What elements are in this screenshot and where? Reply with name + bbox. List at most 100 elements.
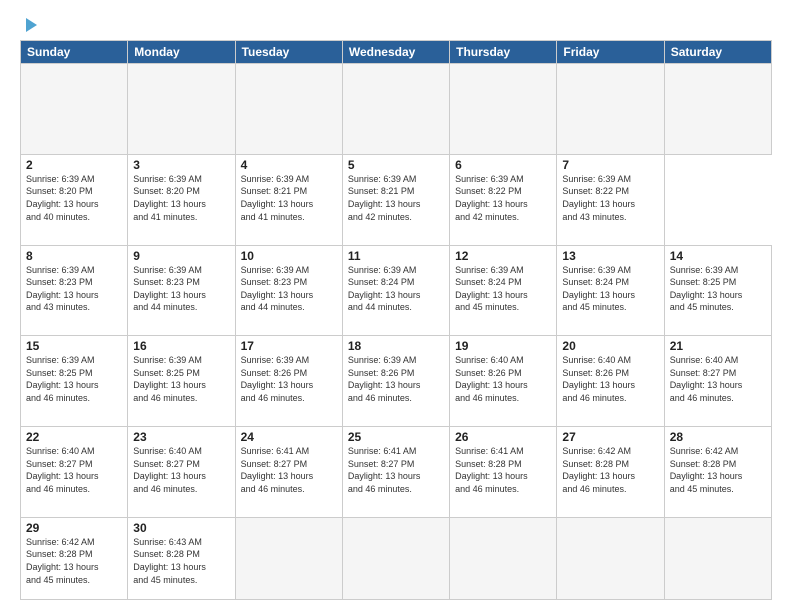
day-cell: 16Sunrise: 6:39 AM Sunset: 8:25 PM Dayli… bbox=[128, 336, 235, 427]
day-cell bbox=[342, 517, 449, 599]
day-number: 9 bbox=[133, 249, 229, 263]
day-info: Sunrise: 6:39 AM Sunset: 8:24 PM Dayligh… bbox=[455, 264, 551, 314]
day-number: 13 bbox=[562, 249, 658, 263]
day-number: 7 bbox=[562, 158, 658, 172]
day-cell bbox=[21, 64, 128, 155]
day-cell: 7Sunrise: 6:39 AM Sunset: 8:22 PM Daylig… bbox=[557, 154, 664, 245]
day-info: Sunrise: 6:39 AM Sunset: 8:20 PM Dayligh… bbox=[133, 173, 229, 223]
day-cell: 12Sunrise: 6:39 AM Sunset: 8:24 PM Dayli… bbox=[450, 245, 557, 336]
day-cell bbox=[235, 517, 342, 599]
day-cell: 26Sunrise: 6:41 AM Sunset: 8:28 PM Dayli… bbox=[450, 427, 557, 518]
day-cell: 21Sunrise: 6:40 AM Sunset: 8:27 PM Dayli… bbox=[664, 336, 771, 427]
day-info: Sunrise: 6:39 AM Sunset: 8:26 PM Dayligh… bbox=[348, 354, 444, 404]
day-cell: 20Sunrise: 6:40 AM Sunset: 8:26 PM Dayli… bbox=[557, 336, 664, 427]
day-info: Sunrise: 6:39 AM Sunset: 8:23 PM Dayligh… bbox=[26, 264, 122, 314]
day-cell bbox=[557, 517, 664, 599]
day-cell bbox=[450, 64, 557, 155]
day-info: Sunrise: 6:39 AM Sunset: 8:24 PM Dayligh… bbox=[348, 264, 444, 314]
day-cell: 14Sunrise: 6:39 AM Sunset: 8:25 PM Dayli… bbox=[664, 245, 771, 336]
header-day: Friday bbox=[557, 41, 664, 64]
week-row: 22Sunrise: 6:40 AM Sunset: 8:27 PM Dayli… bbox=[21, 427, 772, 518]
day-number: 2 bbox=[26, 158, 122, 172]
day-cell: 3Sunrise: 6:39 AM Sunset: 8:20 PM Daylig… bbox=[128, 154, 235, 245]
day-number: 20 bbox=[562, 339, 658, 353]
day-cell: 11Sunrise: 6:39 AM Sunset: 8:24 PM Dayli… bbox=[342, 245, 449, 336]
day-number: 30 bbox=[133, 521, 229, 535]
day-number: 23 bbox=[133, 430, 229, 444]
page: SundayMondayTuesdayWednesdayThursdayFrid… bbox=[0, 0, 792, 612]
day-info: Sunrise: 6:39 AM Sunset: 8:25 PM Dayligh… bbox=[133, 354, 229, 404]
day-number: 22 bbox=[26, 430, 122, 444]
day-number: 25 bbox=[348, 430, 444, 444]
header-day: Thursday bbox=[450, 41, 557, 64]
day-cell: 13Sunrise: 6:39 AM Sunset: 8:24 PM Dayli… bbox=[557, 245, 664, 336]
day-cell: 19Sunrise: 6:40 AM Sunset: 8:26 PM Dayli… bbox=[450, 336, 557, 427]
day-info: Sunrise: 6:39 AM Sunset: 8:23 PM Dayligh… bbox=[133, 264, 229, 314]
day-info: Sunrise: 6:42 AM Sunset: 8:28 PM Dayligh… bbox=[670, 445, 766, 495]
day-info: Sunrise: 6:41 AM Sunset: 8:28 PM Dayligh… bbox=[455, 445, 551, 495]
day-number: 6 bbox=[455, 158, 551, 172]
day-info: Sunrise: 6:39 AM Sunset: 8:24 PM Dayligh… bbox=[562, 264, 658, 314]
day-info: Sunrise: 6:40 AM Sunset: 8:26 PM Dayligh… bbox=[455, 354, 551, 404]
week-row: 29Sunrise: 6:42 AM Sunset: 8:28 PM Dayli… bbox=[21, 517, 772, 599]
day-cell: 25Sunrise: 6:41 AM Sunset: 8:27 PM Dayli… bbox=[342, 427, 449, 518]
day-info: Sunrise: 6:40 AM Sunset: 8:26 PM Dayligh… bbox=[562, 354, 658, 404]
day-cell: 30Sunrise: 6:43 AM Sunset: 8:28 PM Dayli… bbox=[128, 517, 235, 599]
calendar-body: 2Sunrise: 6:39 AM Sunset: 8:20 PM Daylig… bbox=[21, 64, 772, 600]
day-info: Sunrise: 6:40 AM Sunset: 8:27 PM Dayligh… bbox=[26, 445, 122, 495]
day-cell: 24Sunrise: 6:41 AM Sunset: 8:27 PM Dayli… bbox=[235, 427, 342, 518]
day-cell: 9Sunrise: 6:39 AM Sunset: 8:23 PM Daylig… bbox=[128, 245, 235, 336]
day-number: 21 bbox=[670, 339, 766, 353]
day-info: Sunrise: 6:39 AM Sunset: 8:21 PM Dayligh… bbox=[241, 173, 337, 223]
day-number: 3 bbox=[133, 158, 229, 172]
day-cell: 29Sunrise: 6:42 AM Sunset: 8:28 PM Dayli… bbox=[21, 517, 128, 599]
day-cell bbox=[342, 64, 449, 155]
day-cell: 17Sunrise: 6:39 AM Sunset: 8:26 PM Dayli… bbox=[235, 336, 342, 427]
day-cell bbox=[664, 517, 771, 599]
day-number: 14 bbox=[670, 249, 766, 263]
day-info: Sunrise: 6:39 AM Sunset: 8:23 PM Dayligh… bbox=[241, 264, 337, 314]
day-cell: 5Sunrise: 6:39 AM Sunset: 8:21 PM Daylig… bbox=[342, 154, 449, 245]
header-day: Sunday bbox=[21, 41, 128, 64]
day-info: Sunrise: 6:39 AM Sunset: 8:25 PM Dayligh… bbox=[670, 264, 766, 314]
header-day: Monday bbox=[128, 41, 235, 64]
day-cell: 10Sunrise: 6:39 AM Sunset: 8:23 PM Dayli… bbox=[235, 245, 342, 336]
day-number: 28 bbox=[670, 430, 766, 444]
calendar-table: SundayMondayTuesdayWednesdayThursdayFrid… bbox=[20, 40, 772, 600]
day-number: 12 bbox=[455, 249, 551, 263]
day-cell: 6Sunrise: 6:39 AM Sunset: 8:22 PM Daylig… bbox=[450, 154, 557, 245]
day-info: Sunrise: 6:39 AM Sunset: 8:20 PM Dayligh… bbox=[26, 173, 122, 223]
header bbox=[20, 16, 772, 32]
day-number: 16 bbox=[133, 339, 229, 353]
day-cell: 28Sunrise: 6:42 AM Sunset: 8:28 PM Dayli… bbox=[664, 427, 771, 518]
day-number: 8 bbox=[26, 249, 122, 263]
day-cell: 22Sunrise: 6:40 AM Sunset: 8:27 PM Dayli… bbox=[21, 427, 128, 518]
day-number: 29 bbox=[26, 521, 122, 535]
day-number: 11 bbox=[348, 249, 444, 263]
day-number: 18 bbox=[348, 339, 444, 353]
week-row bbox=[21, 64, 772, 155]
day-number: 10 bbox=[241, 249, 337, 263]
day-number: 5 bbox=[348, 158, 444, 172]
day-cell: 4Sunrise: 6:39 AM Sunset: 8:21 PM Daylig… bbox=[235, 154, 342, 245]
day-number: 15 bbox=[26, 339, 122, 353]
day-info: Sunrise: 6:41 AM Sunset: 8:27 PM Dayligh… bbox=[241, 445, 337, 495]
day-info: Sunrise: 6:39 AM Sunset: 8:26 PM Dayligh… bbox=[241, 354, 337, 404]
day-number: 17 bbox=[241, 339, 337, 353]
day-cell bbox=[557, 64, 664, 155]
day-cell: 15Sunrise: 6:39 AM Sunset: 8:25 PM Dayli… bbox=[21, 336, 128, 427]
day-info: Sunrise: 6:43 AM Sunset: 8:28 PM Dayligh… bbox=[133, 536, 229, 586]
day-cell bbox=[128, 64, 235, 155]
day-info: Sunrise: 6:40 AM Sunset: 8:27 PM Dayligh… bbox=[133, 445, 229, 495]
day-info: Sunrise: 6:39 AM Sunset: 8:22 PM Dayligh… bbox=[562, 173, 658, 223]
week-row: 8Sunrise: 6:39 AM Sunset: 8:23 PM Daylig… bbox=[21, 245, 772, 336]
day-cell: 27Sunrise: 6:42 AM Sunset: 8:28 PM Dayli… bbox=[557, 427, 664, 518]
logo bbox=[20, 16, 39, 32]
week-row: 2Sunrise: 6:39 AM Sunset: 8:20 PM Daylig… bbox=[21, 154, 772, 245]
header-day: Saturday bbox=[664, 41, 771, 64]
day-cell: 18Sunrise: 6:39 AM Sunset: 8:26 PM Dayli… bbox=[342, 336, 449, 427]
day-info: Sunrise: 6:40 AM Sunset: 8:27 PM Dayligh… bbox=[670, 354, 766, 404]
day-cell bbox=[664, 64, 771, 155]
day-info: Sunrise: 6:41 AM Sunset: 8:27 PM Dayligh… bbox=[348, 445, 444, 495]
day-number: 24 bbox=[241, 430, 337, 444]
